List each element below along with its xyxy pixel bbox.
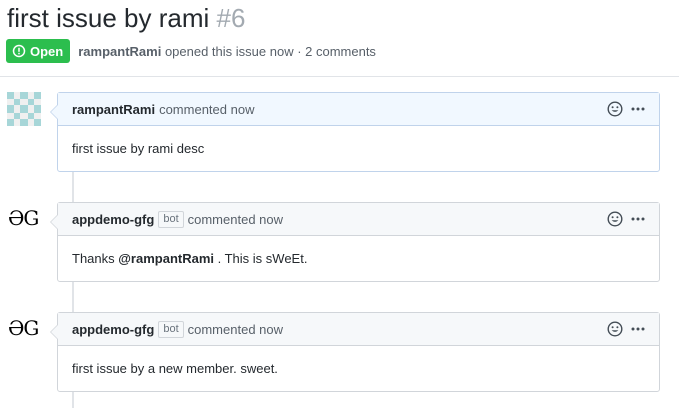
avatar[interactable]: ƏG (7, 202, 41, 236)
comment-header: rampantRami commented now (58, 93, 659, 126)
comment: rampantRami commented now first issue by… (50, 92, 660, 172)
comment-pointer-fill (51, 104, 59, 120)
timeline-connector (72, 392, 74, 408)
geeksforgeeks-logo-icon: ƏG (7, 312, 41, 346)
issue-meta: Open rampantRami opened this issue now ·… (6, 39, 376, 63)
comment-actions (607, 101, 645, 117)
kebab-horizontal-icon (631, 327, 645, 331)
issue-title-text: first issue by rami (7, 3, 210, 33)
comment-text: first issue by rami desc (72, 141, 205, 156)
issue-author-link[interactable]: rampantRami (78, 44, 161, 59)
comment: appdemo-gfg bot commented now Thanks @ra… (50, 202, 660, 282)
smiley-icon (607, 211, 623, 227)
comment-pointer-fill (51, 214, 59, 230)
avatar[interactable]: ƏG (7, 312, 41, 346)
comment-body: first issue by rami desc (58, 126, 659, 171)
issue-number: #6 (216, 3, 246, 33)
issue-summary-text: opened this issue now · 2 comments (164, 43, 376, 59)
add-reaction-button[interactable] (607, 211, 623, 227)
issue-summary: rampantRami opened this issue now · 2 co… (78, 44, 376, 59)
timeline-connector (72, 282, 74, 314)
more-options-button[interactable] (631, 211, 645, 227)
avatar[interactable] (7, 92, 41, 126)
comment-header: appdemo-gfg bot commented now (58, 313, 659, 346)
comment-text-prefix: Thanks (72, 251, 119, 266)
comment-actions (607, 321, 645, 337)
more-options-button[interactable] (631, 101, 645, 117)
comment-time[interactable]: commented now (188, 212, 283, 227)
comment: appdemo-gfg bot commented now first issu… (50, 312, 660, 392)
issue-opened-icon (12, 44, 26, 58)
comment-time[interactable]: commented now (159, 102, 254, 117)
comment-author[interactable]: rampantRami (72, 102, 155, 117)
status-badge: Open (6, 39, 71, 63)
comment-text: first issue by a new member. sweet. (72, 361, 278, 376)
bot-badge: bot (158, 320, 184, 338)
comment-time[interactable]: commented now (188, 322, 283, 337)
identicon-avatar-icon (7, 92, 41, 126)
bot-badge: bot (158, 210, 184, 228)
add-reaction-button[interactable] (607, 101, 623, 117)
timeline-connector (72, 172, 74, 204)
issue-title: first issue by rami #6 (7, 0, 245, 36)
comment-author[interactable]: appdemo-gfg (72, 212, 154, 227)
comment-text-suffix: . This is sWeEt. (214, 251, 308, 266)
comment-body: Thanks @rampantRami . This is sWeEt. (58, 236, 659, 281)
status-label: Open (30, 43, 64, 59)
svg-text:ƏG: ƏG (8, 316, 38, 340)
comment-header: appdemo-gfg bot commented now (58, 203, 659, 236)
smiley-icon (607, 321, 623, 337)
kebab-horizontal-icon (631, 217, 645, 221)
user-mention-link[interactable]: @rampantRami (118, 251, 214, 266)
geeksforgeeks-logo-icon: ƏG (7, 202, 41, 236)
add-reaction-button[interactable] (607, 321, 623, 337)
kebab-horizontal-icon (631, 107, 645, 111)
comment-actions (607, 211, 645, 227)
header-divider (0, 76, 679, 77)
smiley-icon (607, 101, 623, 117)
svg-text:ƏG: ƏG (8, 206, 38, 230)
comment-body: first issue by a new member. sweet. (58, 346, 659, 391)
comment-author[interactable]: appdemo-gfg (72, 322, 154, 337)
comment-pointer-fill (51, 324, 59, 340)
more-options-button[interactable] (631, 321, 645, 337)
